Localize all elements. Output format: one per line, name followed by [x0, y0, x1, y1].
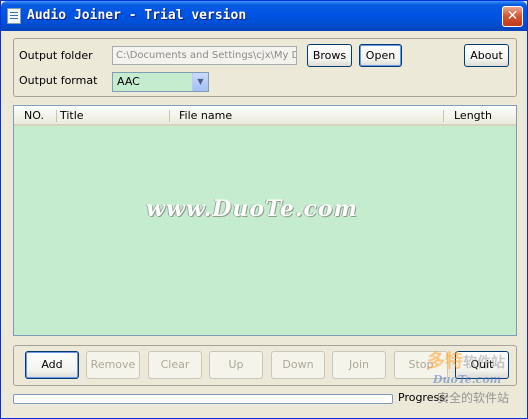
progress-bar — [13, 394, 393, 404]
app-window: Audio Joiner - Trial version ✕ Output fo… — [0, 0, 528, 419]
join-button[interactable]: Join — [332, 351, 386, 379]
chevron-down-icon[interactable]: ▼ — [192, 73, 208, 91]
clear-button[interactable]: Clear — [148, 351, 202, 379]
close-icon: ✕ — [506, 8, 519, 24]
list-header: NO. Title File name Length — [14, 106, 516, 126]
up-button[interactable]: Up — [209, 351, 263, 379]
output-format-label: Output format — [19, 74, 98, 87]
progress-label: Progress: — [398, 391, 449, 404]
browse-button[interactable]: Brows — [307, 44, 352, 67]
column-header-title[interactable]: Title — [54, 106, 170, 125]
window-title: Audio Joiner - Trial version — [27, 8, 247, 23]
column-header-no[interactable]: NO. — [18, 106, 52, 125]
title-bar[interactable]: Audio Joiner - Trial version ✕ — [1, 1, 527, 31]
about-button[interactable]: About — [464, 44, 509, 67]
column-header-length[interactable]: Length — [448, 106, 514, 125]
add-button[interactable]: Add — [25, 351, 79, 379]
close-button[interactable]: ✕ — [502, 6, 523, 27]
output-format-value: AAC — [117, 75, 140, 88]
output-format-select[interactable]: AAC ▼ — [112, 72, 209, 92]
open-button[interactable]: Open — [359, 44, 402, 67]
down-button[interactable]: Down — [271, 351, 325, 379]
output-folder-label: Output folder — [19, 49, 93, 62]
watermark-text: www.DuoTe.com — [146, 196, 358, 222]
remove-button[interactable]: Remove — [86, 351, 140, 379]
column-divider[interactable] — [443, 110, 444, 122]
output-folder-field[interactable]: C:\Documents and Settings\cjx\My D — [112, 46, 297, 65]
stop-button[interactable]: Stop — [394, 351, 448, 379]
column-header-file-name[interactable]: File name — [173, 106, 441, 125]
app-icon[interactable] — [7, 8, 21, 24]
column-divider[interactable] — [169, 110, 170, 122]
quit-button[interactable]: Quit — [455, 351, 509, 379]
